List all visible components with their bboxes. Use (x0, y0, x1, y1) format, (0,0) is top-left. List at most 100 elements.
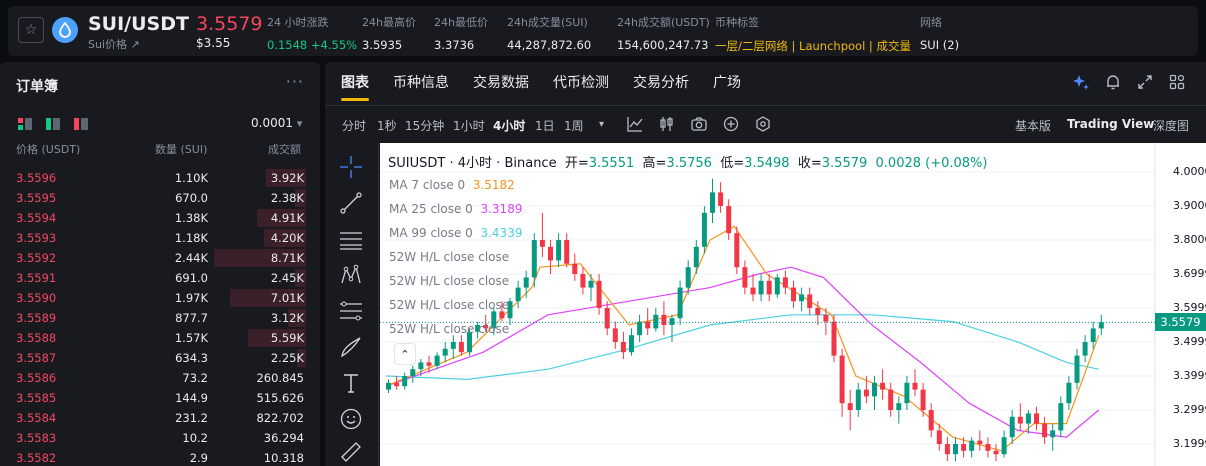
crosshair-icon[interactable] (337, 153, 365, 181)
network-value[interactable]: SUI (2) (920, 38, 959, 52)
ruler-icon[interactable] (337, 441, 365, 463)
view-trading-view[interactable]: Trading View (1067, 117, 1154, 131)
candle-body (863, 389, 869, 397)
timeframe-1w[interactable]: 1周 (564, 117, 584, 134)
tab-chart[interactable]: 图表 (341, 72, 369, 92)
candle-body (564, 240, 570, 264)
candle-body (1025, 413, 1031, 424)
book-mode-asks-icon[interactable] (74, 118, 88, 130)
indicator-ma7[interactable]: MA 7 close 0 3.5182 (389, 178, 515, 192)
pair-price-link[interactable]: Sui价格 ↗ (88, 36, 140, 52)
ask-row[interactable]: 3.5593 1.18K 4.20K (0, 228, 320, 248)
tab-square[interactable]: 广场 (713, 72, 741, 92)
candle-style-icon[interactable] (658, 115, 676, 133)
view-basic[interactable]: 基本版 (1015, 117, 1051, 134)
ask-row[interactable]: 3.5594 1.38K 4.91K (0, 208, 320, 228)
stat-label: 币种标签 (715, 16, 759, 29)
pair-name[interactable]: SUI/USDT (88, 13, 189, 35)
more-options-icon[interactable]: ··· (286, 72, 304, 91)
stat-value: 44,287,872.60 (507, 38, 592, 52)
candle-body (758, 280, 764, 295)
ask-row[interactable]: 3.5585 144.9 515.626 (0, 388, 320, 408)
low-label: 低= (720, 156, 745, 171)
view-depth[interactable]: 深度图 (1153, 117, 1189, 134)
ask-total: 260.845 (256, 371, 304, 385)
indicator-52w-hl[interactable]: 52W H/L close close (389, 250, 509, 264)
chevron-down-icon[interactable]: ▾ (599, 119, 604, 130)
ask-total: 4.91K (270, 211, 304, 225)
y-tick-label: 3.1999 (1173, 437, 1206, 451)
ask-row[interactable]: 3.5589 877.7 3.12K (0, 308, 320, 328)
tab-token-check[interactable]: 代币检测 (553, 72, 609, 92)
ask-row[interactable]: 3.5588 1.57K 5.59K (0, 328, 320, 348)
column-header-price: 价格 (USDT) (16, 143, 81, 156)
book-mode-bids-icon[interactable] (46, 118, 60, 130)
indicator-ma99[interactable]: MA 99 close 0 3.4339 (389, 226, 522, 240)
pattern-tool-icon[interactable] (337, 261, 365, 289)
timeframe-1h[interactable]: 1小时 (453, 117, 485, 134)
coin-tags-links[interactable]: 一层/二层网络 | Launchpool | 成交量 (715, 38, 911, 54)
indicator-52w-hl[interactable]: 52W H/L close close (389, 274, 509, 288)
ask-row[interactable]: 3.5586 73.2 260.845 (0, 368, 320, 388)
add-indicator-icon[interactable] (722, 115, 740, 133)
collapse-legend-icon[interactable]: ⌃ (394, 343, 416, 365)
favorite-star-icon[interactable]: ☆ (18, 17, 44, 43)
ask-row[interactable]: 3.5590 1.97K 7.01K (0, 288, 320, 308)
layout-grid-icon[interactable] (1168, 73, 1186, 91)
indicator-line-icon[interactable] (626, 115, 644, 133)
timeframe-time[interactable]: 分时 (342, 117, 366, 134)
tab-trading-data[interactable]: 交易数据 (473, 72, 529, 92)
ai-sparkle-icon[interactable] (1072, 73, 1090, 91)
low-value: 3.5498 (744, 156, 790, 171)
ask-total: 822.702 (256, 411, 304, 425)
candle-body (693, 246, 699, 268)
indicator-52w-hl[interactable]: 52W H/L close close (389, 322, 509, 336)
stat-24h-low: 24h最低价 3.3736 (434, 14, 488, 52)
ask-row[interactable]: 3.5584 231.2 822.702 (0, 408, 320, 428)
chart-legend-title: SUIUSDT · 4小时 · Binance 开=3.5551 高=3.575… (388, 152, 988, 171)
horizontal-lines-icon[interactable] (337, 225, 365, 253)
camera-icon[interactable] (690, 115, 708, 133)
ask-row[interactable]: 3.5591 691.0 2.45K (0, 268, 320, 288)
emoji-icon[interactable] (337, 405, 365, 433)
expand-icon[interactable] (1136, 73, 1154, 91)
fib-retracement-icon[interactable] (337, 297, 365, 325)
book-mode-both-icon[interactable] (18, 118, 32, 130)
timeframe-15m[interactable]: 15分钟 (405, 117, 444, 134)
precision-select[interactable]: 0.0001 ▾ (251, 116, 302, 130)
close-label: 收= (797, 156, 822, 171)
ask-row[interactable]: 3.5583 10.2 36.294 (0, 428, 320, 448)
candle-body (1009, 416, 1015, 438)
ask-row[interactable]: 3.5595 670.0 2.38K (0, 188, 320, 208)
stat-label: 24 小时涨跌 (267, 16, 329, 29)
candle-body (402, 376, 408, 387)
indicator-ma25[interactable]: MA 25 close 0 3.3189 (389, 202, 522, 216)
candle-body (531, 240, 537, 278)
settings-icon[interactable] (754, 115, 772, 133)
bell-icon[interactable] (1104, 73, 1122, 91)
ask-row[interactable]: 3.5587 634.3 2.25K (0, 348, 320, 368)
price-chart[interactable]: SUIUSDT · 4小时 · Binance 开=3.5551 高=3.575… (380, 143, 1206, 466)
ask-price: 3.5587 (16, 351, 57, 365)
candle-body (1066, 382, 1072, 404)
trend-line-icon[interactable] (337, 189, 365, 217)
brush-icon[interactable] (337, 333, 365, 361)
stat-24h-volume-usdt: 24h成交额(USDT) 154,600,247.73 (617, 14, 710, 52)
tab-trade-analysis[interactable]: 交易分析 (633, 72, 689, 92)
ask-row[interactable]: 3.5592 2.44K 8.71K (0, 248, 320, 268)
tab-coin-info[interactable]: 币种信息 (393, 72, 449, 92)
candle-body (523, 277, 529, 288)
timeframe-1s[interactable]: 1秒 (377, 117, 397, 134)
timeframe-1d[interactable]: 1日 (535, 117, 555, 134)
indicator-52w-hl[interactable]: 52W H/L close close (389, 298, 509, 312)
text-tool-icon[interactable] (337, 369, 365, 397)
ask-total: 4.20K (270, 231, 304, 245)
timeframe-4h[interactable]: 4小时 (493, 117, 525, 134)
candle-body (855, 389, 861, 410)
tab-divider (325, 105, 1206, 106)
candle-body (1001, 437, 1007, 455)
ask-row[interactable]: 3.5596 1.10K 3.92K (0, 168, 320, 188)
candle-body (661, 314, 667, 325)
ask-qty: 1.38K (174, 211, 208, 225)
ask-row[interactable]: 3.5582 2.9 10.318 (0, 448, 320, 466)
